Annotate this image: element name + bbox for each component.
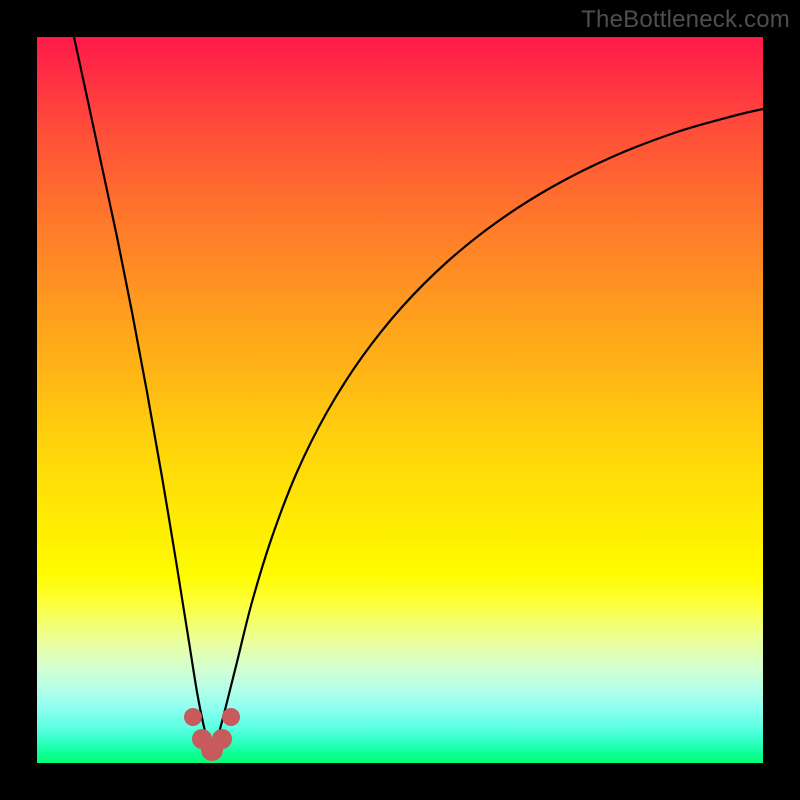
curve-layer [37, 37, 763, 763]
watermark-label: TheBottleneck.com [581, 6, 790, 34]
trough-marker-dot [222, 708, 240, 726]
plot-area [37, 37, 763, 763]
trough-markers [184, 708, 240, 761]
trough-marker-dot [184, 708, 202, 726]
chart-frame: TheBottleneck.com [0, 0, 800, 800]
bottleneck-curve-path [74, 37, 763, 750]
trough-marker-dot [212, 729, 232, 749]
